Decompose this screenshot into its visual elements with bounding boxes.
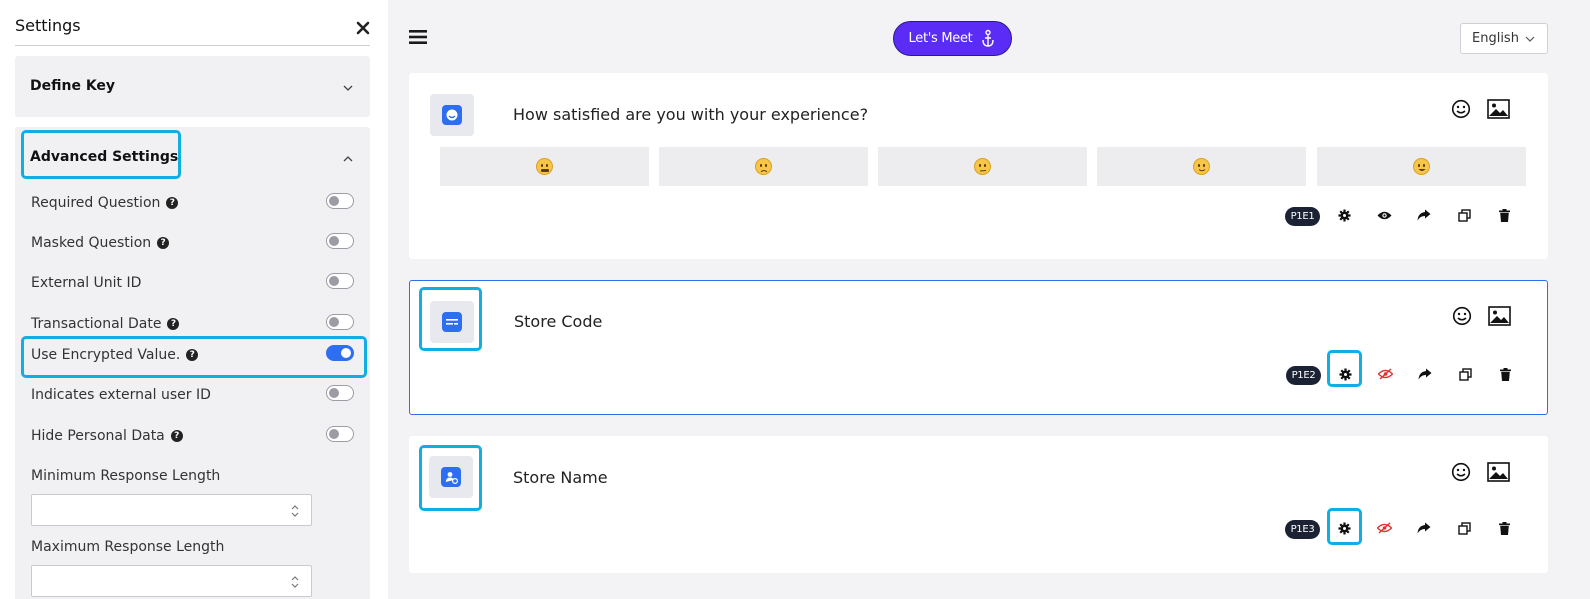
store-code-icon-highlight [419, 287, 482, 351]
duplicate-icon[interactable] [1455, 206, 1473, 224]
neutral-emoji-icon [974, 158, 991, 175]
question-text[interactable]: Store Code [514, 312, 602, 331]
question-actions: P1E2 [1282, 363, 1522, 389]
share-forward-icon[interactable] [1415, 519, 1433, 537]
image-icon[interactable] [1487, 99, 1510, 119]
define-key-section[interactable]: Define Key [15, 56, 370, 117]
define-key-heading: Define Key [30, 78, 116, 94]
max-length-input[interactable] [31, 565, 312, 597]
option-label: Hide Personal Data [31, 428, 165, 444]
eye-icon[interactable] [1375, 206, 1393, 224]
help-icon[interactable]: ? [170, 430, 183, 442]
option-label: Required Question [31, 195, 161, 211]
happy-emoji-icon [1193, 158, 1210, 175]
trash-icon[interactable] [1496, 365, 1514, 383]
rating-option-unhappy[interactable] [659, 147, 868, 186]
settings-sidebar: Settings Define Key Advanced Settings Re… [0, 0, 388, 599]
option-external-user-id: Indicates external user ID [31, 385, 356, 407]
store-name-icon-highlight [419, 445, 482, 511]
trash-icon[interactable] [1495, 206, 1513, 224]
option-masked-question: Masked Question? [31, 233, 356, 255]
external-user-id-toggle[interactable] [326, 385, 354, 401]
external-unit-id-toggle[interactable] [326, 273, 354, 289]
help-icon[interactable]: ? [157, 237, 170, 249]
chevron-down-icon[interactable] [342, 82, 354, 94]
rating-option-neutral[interactable] [878, 147, 1087, 186]
smiley-icon[interactable] [1451, 99, 1471, 119]
hamburger-menu-icon[interactable] [409, 29, 427, 45]
duplicate-icon[interactable] [1455, 519, 1473, 537]
share-forward-icon[interactable] [1416, 365, 1434, 383]
duplicate-icon[interactable] [1456, 365, 1474, 383]
sidebar-title: Settings [15, 16, 81, 35]
unhappy-emoji-icon [755, 158, 772, 175]
anchor-icon [982, 29, 995, 47]
image-icon[interactable] [1488, 306, 1511, 326]
option-label: Indicates external user ID [31, 387, 211, 403]
option-transactional-date: Transactional Date? [31, 314, 356, 336]
question-text[interactable]: Store Name [513, 468, 608, 487]
min-length-label: Minimum Response Length [31, 468, 221, 484]
max-length-label: Maximum Response Length [31, 539, 225, 555]
question-id-badge: P1E3 [1285, 520, 1320, 539]
option-external-unit-id: External Unit ID [31, 273, 356, 295]
settings-gear-icon[interactable] [1335, 206, 1353, 224]
lets-meet-button[interactable]: Let's Meet [893, 21, 1012, 56]
language-value: English [1472, 31, 1519, 46]
close-icon[interactable] [355, 20, 371, 36]
spinner-icon[interactable] [290, 503, 300, 519]
question-text[interactable]: How satisfied are you with your experien… [513, 105, 868, 124]
rating-option-very-happy[interactable] [1317, 147, 1526, 186]
option-hide-personal-data: Hide Personal Data? [31, 426, 356, 448]
question-card[interactable]: How satisfied are you with your experien… [409, 73, 1548, 259]
chevron-down-icon [1525, 36, 1535, 42]
question-type-badge [430, 94, 474, 136]
question-id-badge: P1E1 [1285, 207, 1320, 226]
masked-question-toggle[interactable] [326, 233, 354, 249]
trash-icon[interactable] [1495, 519, 1513, 537]
sidebar-divider [15, 45, 370, 46]
spinner-icon[interactable] [290, 574, 300, 590]
store-code-gear-highlight [1327, 350, 1362, 387]
rating-option-very-unhappy[interactable] [440, 147, 649, 186]
help-icon[interactable]: ? [166, 197, 179, 209]
hide-personal-data-toggle[interactable] [326, 426, 354, 442]
smiley-icon[interactable] [1451, 462, 1471, 482]
share-forward-icon[interactable] [1415, 206, 1433, 224]
min-length-input[interactable] [31, 494, 312, 526]
chevron-up-icon[interactable] [342, 153, 354, 165]
eye-slash-icon[interactable] [1375, 519, 1393, 537]
question-card-selected[interactable]: Store Code P1E2 [409, 280, 1548, 415]
option-label: Masked Question [31, 235, 152, 251]
very-unhappy-emoji-icon [536, 158, 553, 175]
question-id-badge: P1E2 [1286, 366, 1321, 385]
language-select[interactable]: English [1460, 23, 1548, 54]
help-icon[interactable]: ? [167, 318, 180, 330]
rating-option-happy[interactable] [1097, 147, 1306, 186]
question-actions: P1E3 [1281, 517, 1521, 543]
store-name-gear-highlight [1327, 508, 1362, 545]
lets-meet-label: Let's Meet [908, 31, 973, 46]
required-question-toggle[interactable] [326, 193, 354, 209]
option-label: Transactional Date [31, 316, 162, 332]
emoji-rating-scale [440, 147, 1527, 186]
question-card[interactable]: Store Name P1E3 [409, 436, 1548, 573]
option-required-question: Required Question? [31, 193, 356, 215]
encrypted-value-highlight [21, 336, 367, 378]
advanced-settings-highlight [21, 130, 181, 179]
image-icon[interactable] [1487, 462, 1510, 482]
smile-rating-icon [442, 105, 462, 125]
very-happy-emoji-icon [1413, 158, 1430, 175]
option-label: External Unit ID [31, 275, 142, 291]
question-actions: P1E1 [1281, 204, 1521, 230]
eye-slash-icon[interactable] [1376, 365, 1394, 383]
smiley-icon[interactable] [1452, 306, 1472, 326]
transactional-date-toggle[interactable] [326, 314, 354, 330]
